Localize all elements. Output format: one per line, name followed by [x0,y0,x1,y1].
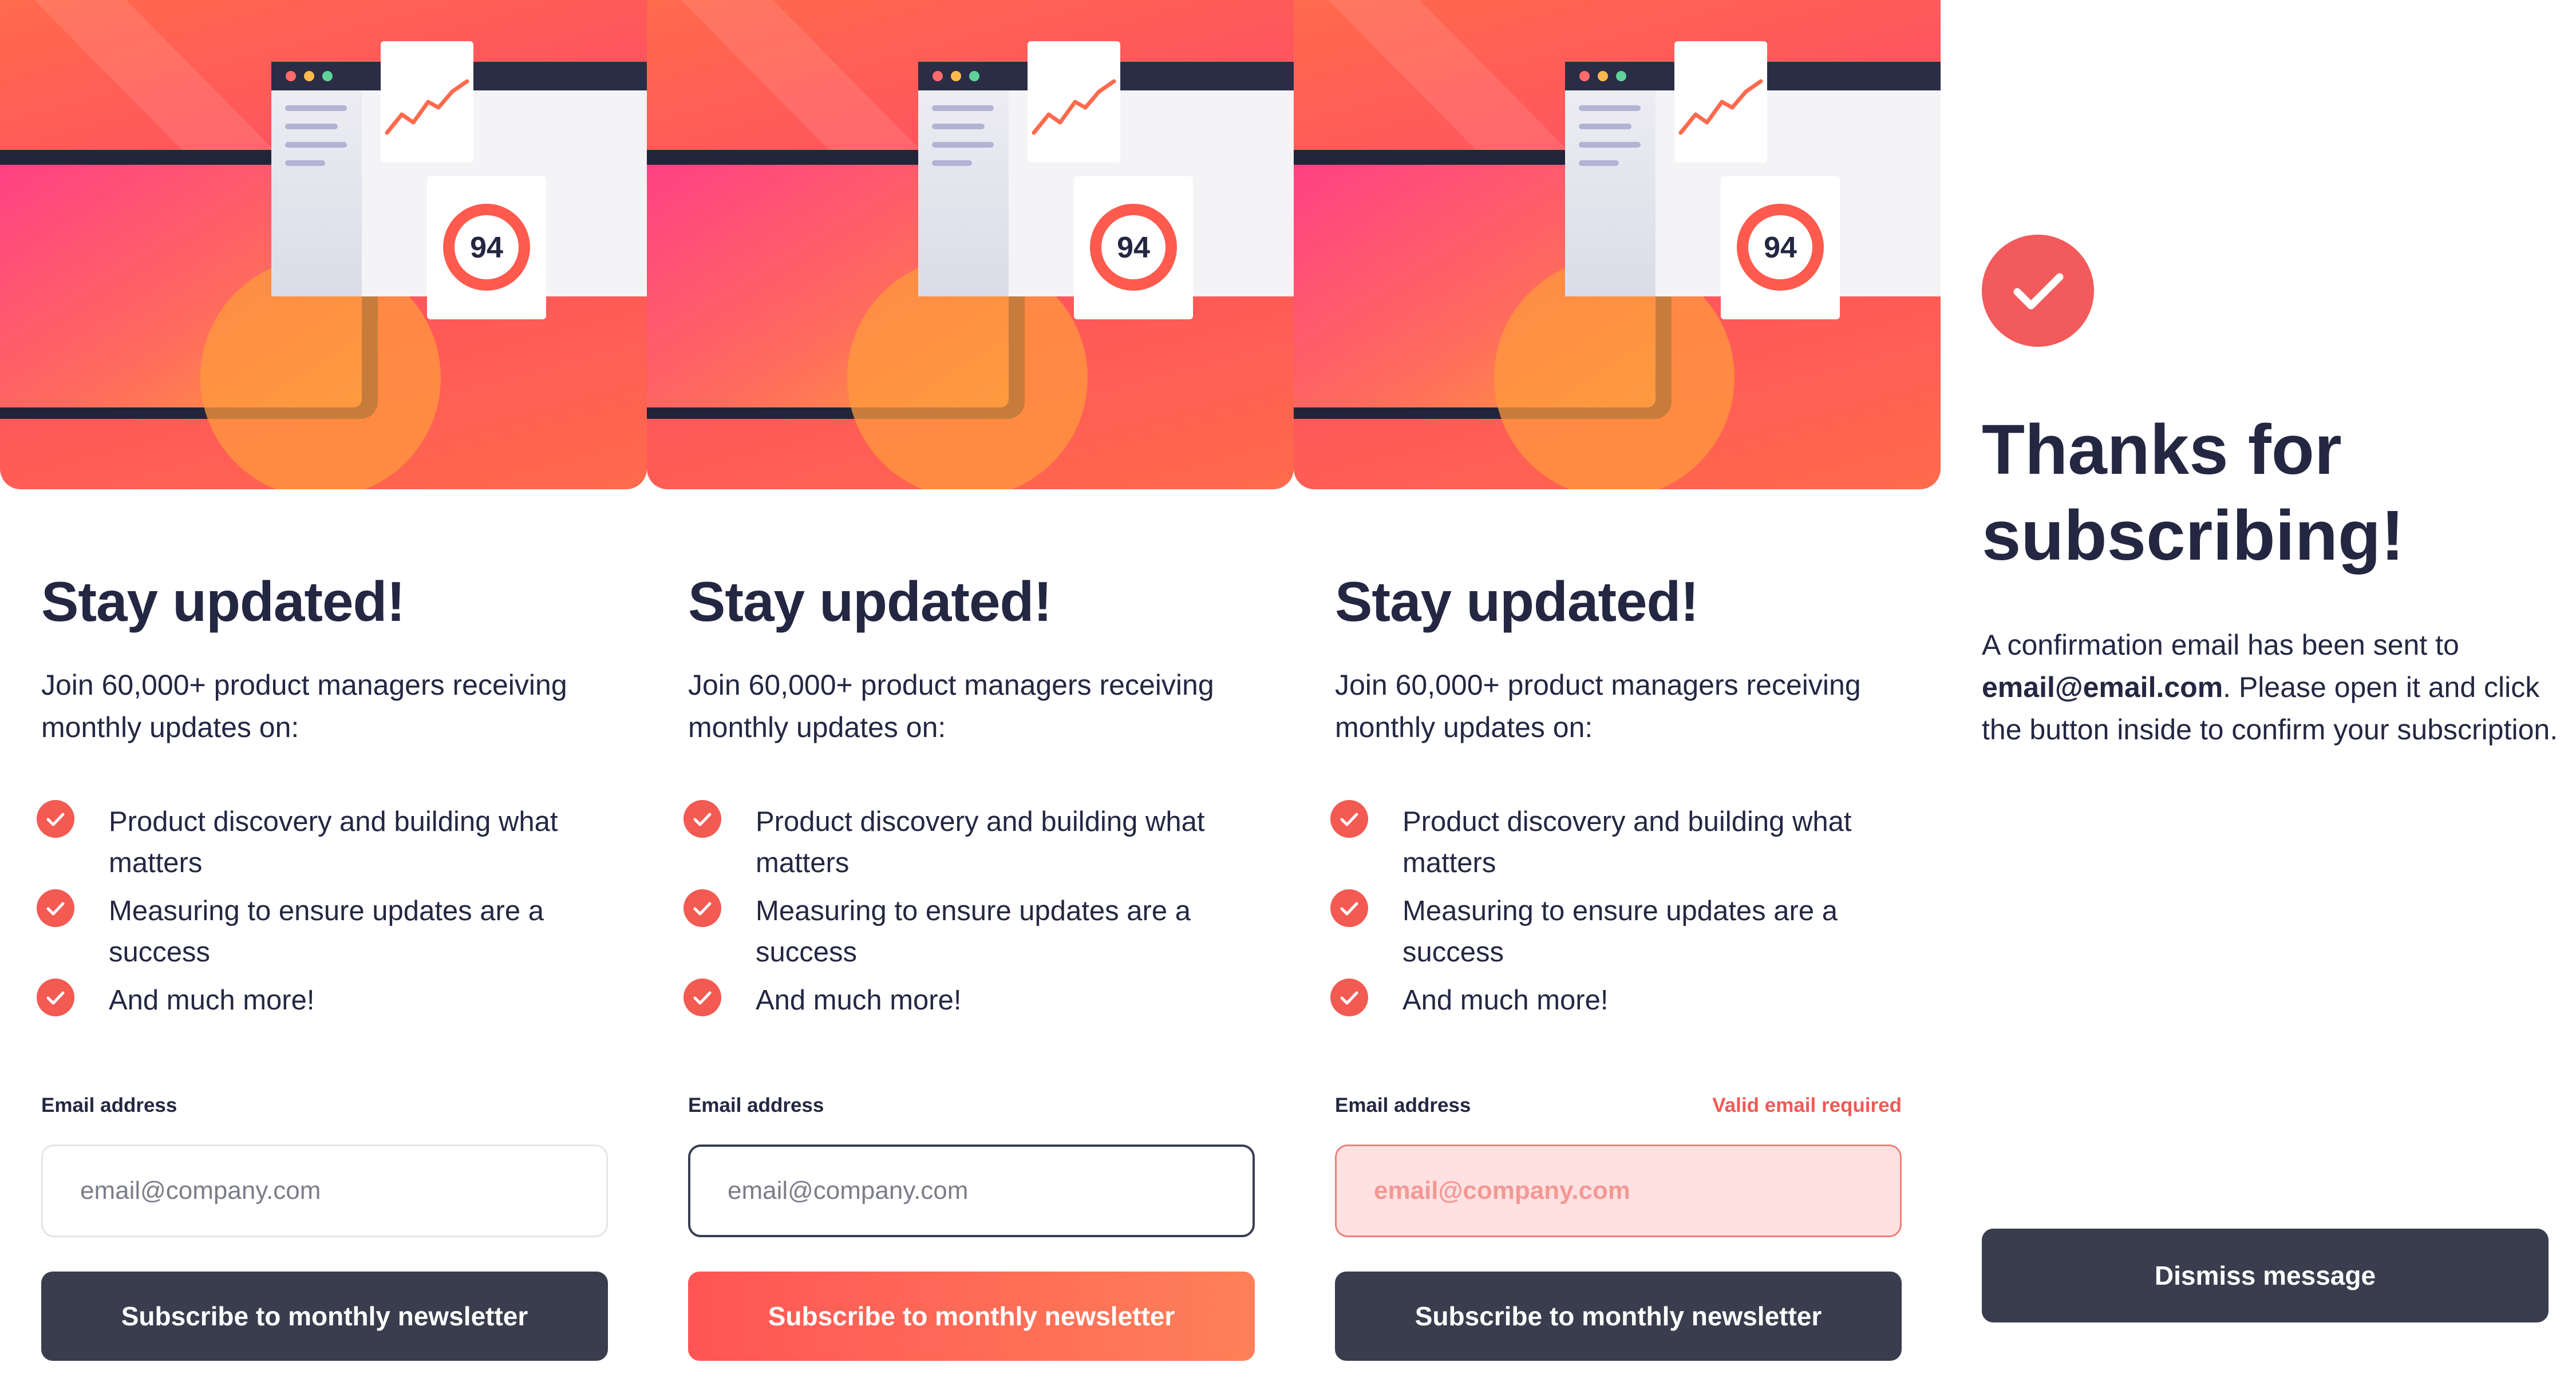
hero-illustration: 94 [0,0,647,489]
check-icon [1330,800,1368,838]
email-label-row: Email address Valid email required [1335,1094,1902,1123]
list-item: Product discovery and building what matt… [683,800,1261,884]
check-icon [37,800,74,838]
email-error-message: Valid email required [1712,1094,1902,1116]
benefit-label: And much more! [109,985,315,1016]
email-label: Email address [688,1094,824,1116]
email-field[interactable] [1335,1144,1902,1237]
list-item: And much more! [1330,979,1907,1021]
subscribe-button[interactable]: Subscribe to monthly newsletter [41,1272,608,1361]
benefit-label: Measuring to ensure updates are a succes… [756,896,1191,968]
benefit-label: Product discovery and building what matt… [756,806,1205,878]
benefits-list: Product discovery and building what matt… [37,800,614,1028]
hero-illustration: 94 [1294,0,1941,489]
email-label: Email address [41,1094,177,1116]
score-value: 94 [470,231,503,264]
benefit-label: Measuring to ensure updates are a succes… [1402,896,1838,968]
intro-text: Join 60,000+ product managers receiving … [41,669,567,743]
success-card: Thanks for subscribing! A confirmation e… [1941,0,2576,1394]
benefits-list: Product discovery and building what matt… [683,800,1261,1028]
page-title: Stay updated! [688,570,1052,633]
list-item: Measuring to ensure updates are a succes… [683,889,1261,973]
dismiss-button[interactable]: Dismiss message [1982,1229,2549,1322]
list-item: Product discovery and building what matt… [1330,800,1907,884]
email-label-row: Email address [688,1094,1255,1123]
list-item: And much more! [37,979,614,1021]
benefit-label: Product discovery and building what matt… [109,806,558,878]
benefit-label: Measuring to ensure updates are a succes… [109,896,544,968]
benefits-list: Product discovery and building what matt… [1330,800,1907,1028]
benefit-label: And much more! [756,985,962,1016]
check-icon [683,979,721,1016]
signup-card-default: 94 Stay updated! Join 60,000+ product ma… [0,0,647,1394]
check-icon [683,800,721,838]
check-icon [683,889,721,927]
page-title: Stay updated! [41,570,405,633]
signup-card-error: 94 Stay updated! Join 60,000+ product ma… [1294,0,1941,1394]
confirmation-email: email@email.com [1982,671,2223,703]
list-item: Measuring to ensure updates are a succes… [1330,889,1907,973]
subscribe-button[interactable]: Subscribe to monthly newsletter [688,1272,1255,1361]
intro-text: Join 60,000+ product managers receiving … [1335,669,1861,743]
check-icon [1330,979,1368,1016]
check-icon [37,889,74,927]
confirmation-text: A confirmation email has been sent to em… [1982,624,2566,751]
list-item: And much more! [683,979,1261,1021]
check-icon [1330,889,1368,927]
list-item: Measuring to ensure updates are a succes… [37,889,614,973]
hero-illustration: 94 [647,0,1294,489]
score-value: 94 [1764,231,1797,264]
email-field[interactable] [41,1144,608,1237]
email-label: Email address [1335,1094,1471,1116]
check-icon [1982,235,2094,347]
signup-card-focused: 94 Stay updated! Join 60,000+ product ma… [647,0,1294,1394]
score-value: 94 [1117,231,1150,264]
success-title: Thanks for subscribing! [1982,411,2405,575]
confirmation-prefix: A confirmation email has been sent to [1982,629,2459,661]
intro-text: Join 60,000+ product managers receiving … [688,669,1214,743]
list-item: Product discovery and building what matt… [37,800,614,884]
email-field[interactable] [688,1144,1255,1237]
page-title: Stay updated! [1335,570,1699,633]
subscribe-button[interactable]: Subscribe to monthly newsletter [1335,1272,1902,1361]
check-icon [37,979,74,1016]
benefit-label: And much more! [1402,985,1609,1016]
email-label-row: Email address [41,1094,608,1123]
benefit-label: Product discovery and building what matt… [1402,806,1852,878]
